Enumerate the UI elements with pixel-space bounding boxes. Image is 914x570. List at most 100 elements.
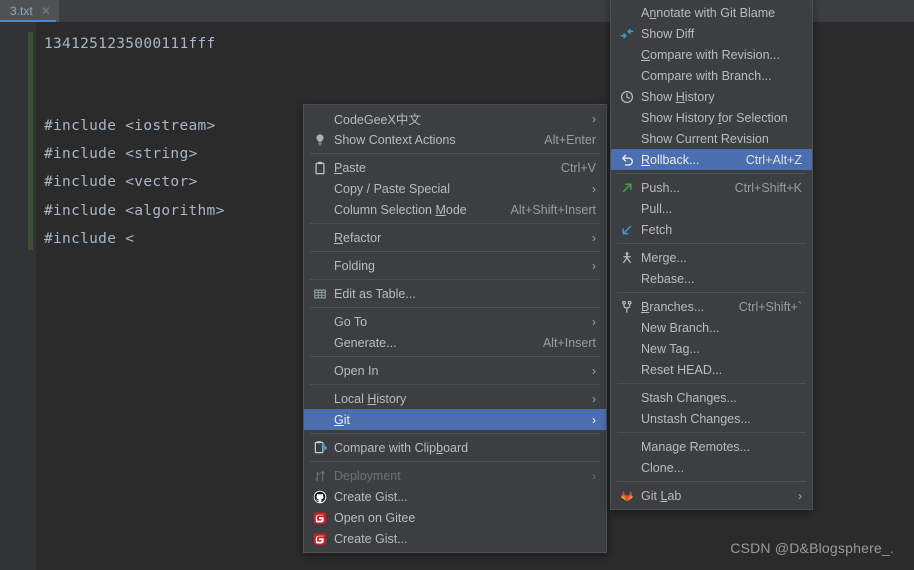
code-line: #include < xyxy=(44,231,135,247)
menu-item-label: Manage Remotes... xyxy=(641,439,751,454)
ide-window: 3.txt ✕ 1341251235000111fff #include <io… xyxy=(0,0,914,570)
menu-item-local-history[interactable]: Local History › xyxy=(304,388,606,409)
menu-item-git[interactable]: Git › xyxy=(304,409,606,430)
code-line: 1341251235000111fff xyxy=(44,36,216,52)
git-item-compare-with-revision[interactable]: Compare with Revision... xyxy=(611,44,812,65)
git-item-push[interactable]: Push... Ctrl+Shift+K xyxy=(611,177,812,198)
menu-item-label: Annotate with Git Blame xyxy=(641,5,776,20)
menu-item-create-gist-github[interactable]: Create Gist... xyxy=(304,486,606,507)
menu-item-show-context-actions[interactable]: Show Context Actions Alt+Enter xyxy=(304,129,606,150)
git-item-stash-changes[interactable]: Stash Changes... xyxy=(611,387,812,408)
menu-item-refactor[interactable]: Refactor › xyxy=(304,227,606,248)
chevron-right-icon: › xyxy=(592,412,596,427)
chevron-right-icon: › xyxy=(798,488,802,503)
menu-item-label: Column Selection Mode xyxy=(334,202,467,217)
menu-separator xyxy=(617,481,806,482)
git-item-annotate-with-git-blame[interactable]: Annotate with Git Blame xyxy=(611,2,812,23)
git-item-new-branch[interactable]: New Branch... xyxy=(611,317,812,338)
git-item-manage-remotes[interactable]: Manage Remotes... xyxy=(611,436,812,457)
gitee-icon xyxy=(308,531,332,547)
no-icon xyxy=(308,391,332,407)
git-item-compare-with-branch[interactable]: Compare with Branch... xyxy=(611,65,812,86)
menu-separator xyxy=(310,279,600,280)
menu-item-column-selection-mode[interactable]: Column Selection Mode Alt+Shift+Insert xyxy=(304,199,606,220)
git-item-clone[interactable]: Clone... xyxy=(611,457,812,478)
menu-item-create-gist-gitee[interactable]: Create Gist... xyxy=(304,528,606,549)
code-line: #include <string> xyxy=(44,146,198,162)
git-item-show-history[interactable]: Show History xyxy=(611,86,812,107)
close-icon[interactable]: ✕ xyxy=(41,5,51,17)
no-icon xyxy=(615,390,639,406)
menu-item-open-on-gitee[interactable]: Open on Gitee xyxy=(304,507,606,528)
menu-item-folding[interactable]: Folding › xyxy=(304,255,606,276)
csdn-watermark: CSDN @D&Blogsphere_. xyxy=(730,540,894,556)
git-item-pull[interactable]: Pull... xyxy=(611,198,812,219)
menu-separator xyxy=(617,243,806,244)
git-item-rollback[interactable]: Rollback... Ctrl+Alt+Z xyxy=(611,149,812,170)
no-icon xyxy=(615,5,639,21)
menu-separator xyxy=(310,223,600,224)
menu-item-shortcut: Ctrl+V xyxy=(560,160,596,175)
no-icon xyxy=(615,411,639,427)
no-icon xyxy=(615,201,639,217)
lightbulb-icon xyxy=(308,132,332,148)
menu-item-open-in[interactable]: Open In › xyxy=(304,360,606,381)
menu-item-label: Edit as Table... xyxy=(334,286,416,301)
git-item-show-current-revision[interactable]: Show Current Revision xyxy=(611,128,812,149)
no-icon xyxy=(308,314,332,330)
merge-icon xyxy=(615,250,639,266)
menu-item-edit-as-table[interactable]: Edit as Table... xyxy=(304,283,606,304)
github-icon xyxy=(308,489,332,505)
push-icon xyxy=(615,180,639,196)
git-item-unstash-changes[interactable]: Unstash Changes... xyxy=(611,408,812,429)
menu-item-label: Open on Gitee xyxy=(334,510,416,525)
menu-item-label: Merge... xyxy=(641,250,687,265)
menu-item-compare-with-clipboard[interactable]: Compare with Clipboard xyxy=(304,437,606,458)
branch-icon xyxy=(615,299,639,315)
no-icon xyxy=(615,341,639,357)
chevron-right-icon: › xyxy=(592,111,596,126)
chevron-right-icon: › xyxy=(592,258,596,273)
git-item-new-tag[interactable]: New Tag... xyxy=(611,338,812,359)
menu-item-label: Branches... xyxy=(641,299,705,314)
menu-item-shortcut: Alt+Shift+Insert xyxy=(510,202,596,217)
menu-item-label: Folding xyxy=(334,258,375,273)
compare-clipboard-icon xyxy=(308,440,332,456)
clipboard-icon xyxy=(308,160,332,176)
menu-item-generate[interactable]: Generate... Alt+Insert xyxy=(304,332,606,353)
menu-item-shortcut: Alt+Insert xyxy=(542,335,596,350)
menu-separator xyxy=(617,292,806,293)
menu-item-label: Show Diff xyxy=(641,26,695,41)
menu-separator xyxy=(310,307,600,308)
menu-item-copy-paste-special[interactable]: Copy / Paste Special › xyxy=(304,178,606,199)
menu-item-shortcut: Ctrl+Shift+` xyxy=(738,299,802,314)
rollback-icon xyxy=(615,152,639,168)
no-icon xyxy=(615,460,639,476)
deployment-icon xyxy=(308,468,332,484)
no-icon xyxy=(615,271,639,287)
menu-separator xyxy=(310,433,600,434)
menu-item-label: Fetch xyxy=(641,222,673,237)
editor-tab-3txt[interactable]: 3.txt ✕ xyxy=(0,0,59,22)
menu-item-label: Create Gist... xyxy=(334,489,408,504)
git-item-reset-head[interactable]: Reset HEAD... xyxy=(611,359,812,380)
no-icon xyxy=(615,110,639,126)
no-icon xyxy=(615,68,639,84)
git-item-merge[interactable]: Merge... xyxy=(611,247,812,268)
menu-item-label: Clone... xyxy=(641,460,685,475)
git-item-branches[interactable]: Branches... Ctrl+Shift+` xyxy=(611,296,812,317)
git-item-git-lab[interactable]: Git Lab › xyxy=(611,485,812,506)
menu-item-codegeex[interactable]: CodeGeeX中文 › xyxy=(304,108,606,129)
chevron-right-icon: › xyxy=(592,468,596,483)
no-icon xyxy=(308,202,332,218)
menu-item-label: Go To xyxy=(334,314,368,329)
git-item-rebase[interactable]: Rebase... xyxy=(611,268,812,289)
git-item-show-diff[interactable]: Show Diff xyxy=(611,23,812,44)
menu-item-label: Rollback... xyxy=(641,152,700,167)
git-item-fetch[interactable]: Fetch xyxy=(611,219,812,240)
menu-item-go-to[interactable]: Go To › xyxy=(304,311,606,332)
menu-item-label: Show History xyxy=(641,89,715,104)
git-item-show-history-for-selection[interactable]: Show History for Selection xyxy=(611,107,812,128)
menu-item-paste[interactable]: Paste Ctrl+V xyxy=(304,157,606,178)
gitee-icon xyxy=(308,510,332,526)
